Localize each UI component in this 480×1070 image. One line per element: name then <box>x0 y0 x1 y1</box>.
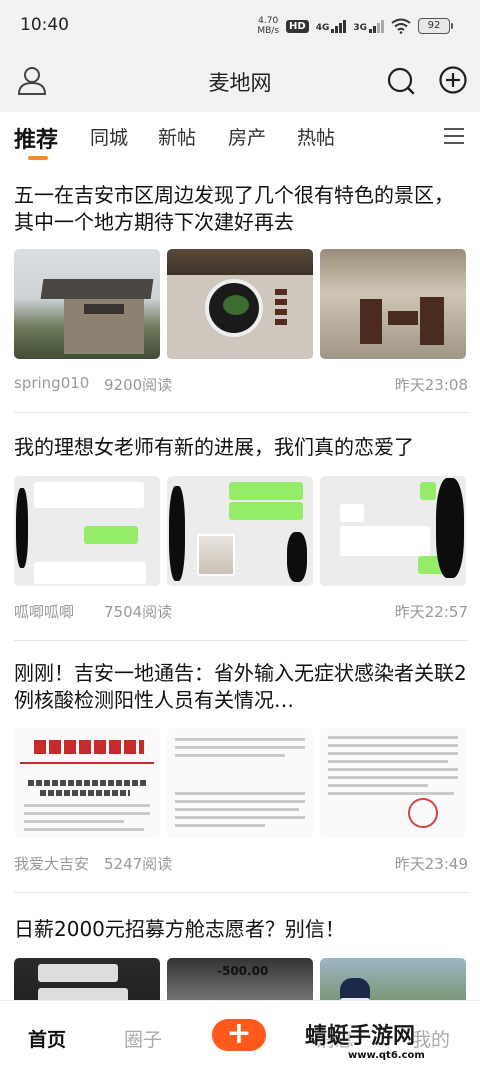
post-image[interactable] <box>167 728 313 838</box>
doc-heading-graphic <box>34 740 144 754</box>
post-thumbnails <box>14 728 468 838</box>
post-title[interactable]: 日薪2000元招募方舱志愿者？别信！ <box>14 916 468 943</box>
signal-3g: 3G <box>353 19 384 33</box>
nav-home[interactable]: 首页 <box>28 1025 66 1052</box>
post-time: 昨天22:57 <box>394 603 468 621</box>
post-title[interactable]: 我的理想女老师有新的进展，我们真的恋爱了 <box>14 434 468 461</box>
tab-recommend[interactable]: 推荐 <box>14 122 58 154</box>
network-speed-value: 4.70 <box>258 16 279 26</box>
wifi-icon <box>391 18 411 34</box>
add-icon[interactable] <box>438 65 468 95</box>
network-label-2: 3G <box>353 23 367 33</box>
signal-4g: 4G <box>316 19 347 33</box>
post-image[interactable] <box>320 476 466 586</box>
post-time: 昨天23:08 <box>394 376 468 394</box>
post-image[interactable] <box>14 728 160 838</box>
battery-icon: 92 <box>418 18 453 34</box>
post-thumbnails <box>14 249 468 359</box>
watermark-text: 蜻蜓手游网 <box>305 1024 416 1049</box>
post-reads: 9200阅读 <box>104 376 173 394</box>
tab-new-posts[interactable]: 新帖 <box>158 123 196 150</box>
post-feed: 五一在吉安市区周边发现了几个很有特色的景区，其中一个地方期待下次建好再去 spr… <box>0 164 480 1000</box>
active-tab-indicator <box>28 156 48 160</box>
post-author[interactable]: 呱唧呱唧 <box>14 601 74 622</box>
hd-badge: HD <box>286 19 309 33</box>
watermark-url: www.qt6.com <box>348 1050 425 1061</box>
post-reads: 7504阅读 <box>104 603 173 621</box>
divider <box>14 412 468 413</box>
tab-hot-posts[interactable]: 热帖 <box>297 123 335 150</box>
status-time: 10:40 <box>20 15 69 35</box>
signal-icon <box>331 19 347 33</box>
post-thumbnails <box>14 476 468 586</box>
post-image[interactable] <box>14 249 160 359</box>
post-title[interactable]: 五一在吉安市区周边发现了几个很有特色的景区，其中一个地方期待下次建好再去 <box>14 182 468 236</box>
post-image[interactable] <box>14 958 160 1000</box>
nav-profile[interactable]: 我的 <box>412 1025 450 1052</box>
status-bar: 10:40 4.70 MB/s HD 4G 3G 92 <box>0 0 480 52</box>
post-author[interactable]: spring010 <box>14 374 89 392</box>
post-reads: 5247阅读 <box>104 855 173 873</box>
post-image[interactable] <box>320 958 466 1000</box>
create-post-button[interactable]: + <box>212 1019 266 1051</box>
post-image[interactable] <box>167 476 313 586</box>
post-image[interactable]: -500.00 <box>167 958 313 1000</box>
tab-local[interactable]: 同城 <box>90 123 128 150</box>
status-indicators: 4.70 MB/s HD 4G 3G 92 <box>257 16 453 36</box>
post-image[interactable] <box>320 249 466 359</box>
app-header: 麦地网 <box>0 52 480 112</box>
post-author[interactable]: 我爱大吉安 <box>14 853 89 874</box>
network-speed: 4.70 MB/s <box>257 16 279 36</box>
post-time: 昨天23:49 <box>394 855 468 873</box>
search-icon[interactable] <box>386 66 416 96</box>
post-title[interactable]: 刚刚！吉安一地通告：省外输入无症状感染者关联2例核酸检测阳性人员有关情况… <box>14 660 468 714</box>
menu-icon[interactable] <box>444 128 464 146</box>
network-speed-unit: MB/s <box>257 26 280 36</box>
post-image[interactable] <box>320 728 466 838</box>
phone-amount: -500.00 <box>217 964 269 978</box>
tab-real-estate[interactable]: 房产 <box>228 123 266 150</box>
signal-icon <box>369 19 384 33</box>
network-label-1: 4G <box>315 23 330 33</box>
nav-circle[interactable]: 圈子 <box>124 1025 162 1052</box>
divider <box>14 640 468 641</box>
divider <box>14 892 468 893</box>
post-image[interactable] <box>14 476 160 586</box>
post-image[interactable] <box>167 249 313 359</box>
category-tabs: 推荐 同城 新帖 房产 热帖 <box>0 112 480 164</box>
post-thumbnails: -500.00 <box>14 958 468 1000</box>
